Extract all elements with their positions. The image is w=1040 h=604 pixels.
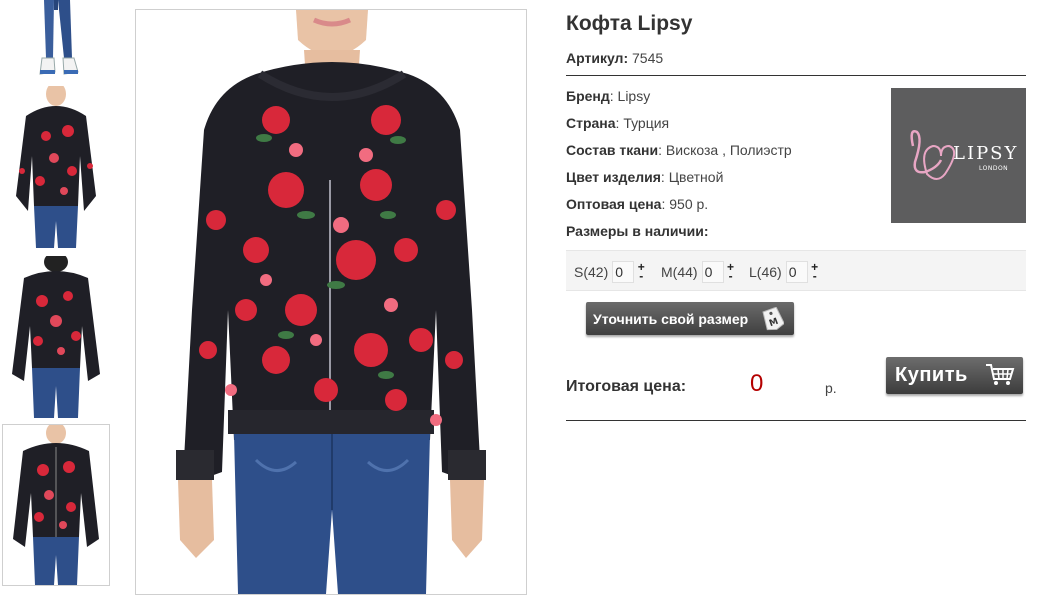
attr-color-value: Цветной	[668, 169, 724, 185]
attr-brand: Бренд: Lipsy	[566, 88, 651, 104]
thumbnail-front-selected[interactable]	[2, 424, 110, 586]
minus-icon[interactable]: -	[811, 270, 819, 282]
qty-stepper: + -	[811, 261, 819, 282]
attr-fabric-value: Вискоза , Полиэстр	[665, 142, 792, 158]
attr-wholesale-price: Оптовая цена: 950 р.	[566, 196, 709, 212]
size-label: L(46)	[749, 264, 782, 280]
attr-brand-label: Бренд	[566, 88, 610, 104]
size-qty-input[interactable]: 0	[701, 261, 724, 283]
attr-fabric-label: Состав ткани	[566, 142, 659, 158]
sku-label: Артикул:	[566, 50, 629, 66]
size-tag-icon: M	[762, 306, 785, 334]
total-value: 0	[750, 370, 764, 397]
sizes-heading: Размеры в наличии:	[566, 223, 709, 239]
attr-country-value: Турция	[623, 115, 670, 131]
minus-icon[interactable]: -	[637, 270, 645, 282]
attr-fabric: Состав ткани: Вискоза , Полиэстр	[566, 142, 792, 158]
total-label: Итоговая цена:	[566, 378, 687, 395]
logo-wordmark: LIPSY	[953, 143, 1018, 164]
product-title: Кофта Lipsy	[566, 12, 693, 35]
size-option-l46: L(46) 0 + -	[749, 261, 819, 283]
buy-button-label: Купить	[895, 364, 968, 386]
thumbnail-front[interactable]	[6, 86, 106, 248]
size-qty-input[interactable]: 0	[612, 261, 635, 283]
size-label: M(44)	[661, 264, 698, 280]
attr-wholesale-price-value: 950 р.	[669, 196, 709, 212]
minus-icon[interactable]: -	[727, 270, 735, 282]
thumbnail-back[interactable]	[6, 256, 106, 418]
sku-value: 7545	[632, 50, 664, 66]
refine-size-label: Уточнить свой размер	[593, 310, 749, 327]
buy-button[interactable]: Купить	[886, 357, 1023, 394]
logo-subtext: LONDON	[979, 165, 1008, 172]
attr-country: Страна: Турция	[566, 115, 670, 131]
attr-color-label: Цвет изделия	[566, 169, 661, 185]
attr-brand-value: Lipsy	[617, 88, 651, 104]
size-label: S(42)	[574, 264, 609, 280]
attr-country-label: Страна	[566, 115, 616, 131]
attr-wholesale-price-label: Оптовая цена	[566, 196, 662, 212]
size-option-m44: M(44) 0 + -	[661, 261, 735, 283]
divider-bottom	[566, 420, 1026, 421]
divider-top	[566, 75, 1026, 76]
sizes-row: S(42) 0 + - M(44) 0 + - L(46) 0 + -	[566, 250, 1026, 291]
brand-logo: LIPSY LONDON	[891, 88, 1026, 223]
qty-stepper: + -	[637, 261, 645, 282]
size-qty-input[interactable]: 0	[785, 261, 808, 283]
size-option-s42: S(42) 0 + -	[574, 261, 645, 283]
main-product-image[interactable]	[135, 9, 527, 595]
qty-stepper: + -	[727, 261, 735, 282]
total-currency: р.	[825, 380, 837, 396]
thumbnail-jeans[interactable]	[6, 0, 106, 80]
product-sku: Артикул: 7545	[566, 50, 663, 66]
refine-size-button[interactable]: Уточнить свой размер M	[586, 302, 794, 335]
attr-color: Цвет изделия: Цветной	[566, 169, 724, 185]
cart-icon	[985, 363, 1015, 393]
